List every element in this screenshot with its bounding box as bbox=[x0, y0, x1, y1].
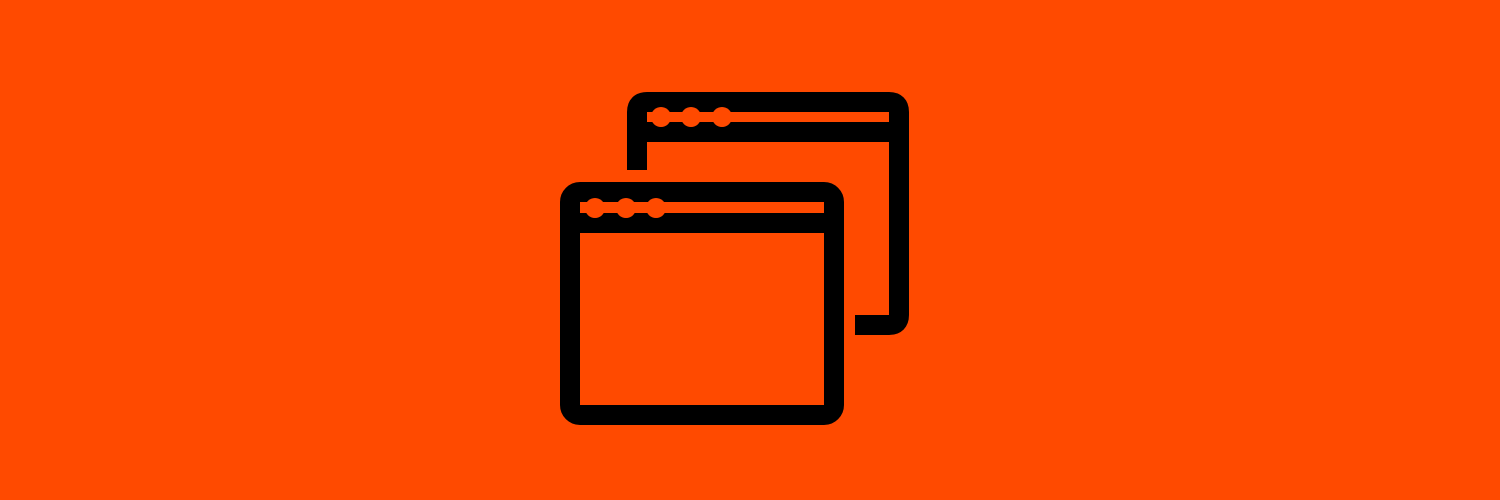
back-window-dot-1 bbox=[651, 107, 671, 127]
multiple-windows-icon bbox=[560, 92, 909, 425]
back-window-address-bar bbox=[748, 112, 889, 122]
front-window-dot-1 bbox=[585, 198, 605, 218]
banner bbox=[0, 0, 1500, 500]
back-window-titlebar-divider bbox=[627, 122, 899, 142]
front-window-dot-3 bbox=[646, 198, 666, 218]
front-window-dot-2 bbox=[616, 198, 636, 218]
front-window-titlebar-divider bbox=[560, 213, 844, 233]
back-window-dot-2 bbox=[681, 107, 701, 127]
back-window-dot-3 bbox=[712, 107, 732, 127]
front-window-icon bbox=[560, 182, 844, 425]
front-window-address-bar bbox=[682, 203, 824, 213]
